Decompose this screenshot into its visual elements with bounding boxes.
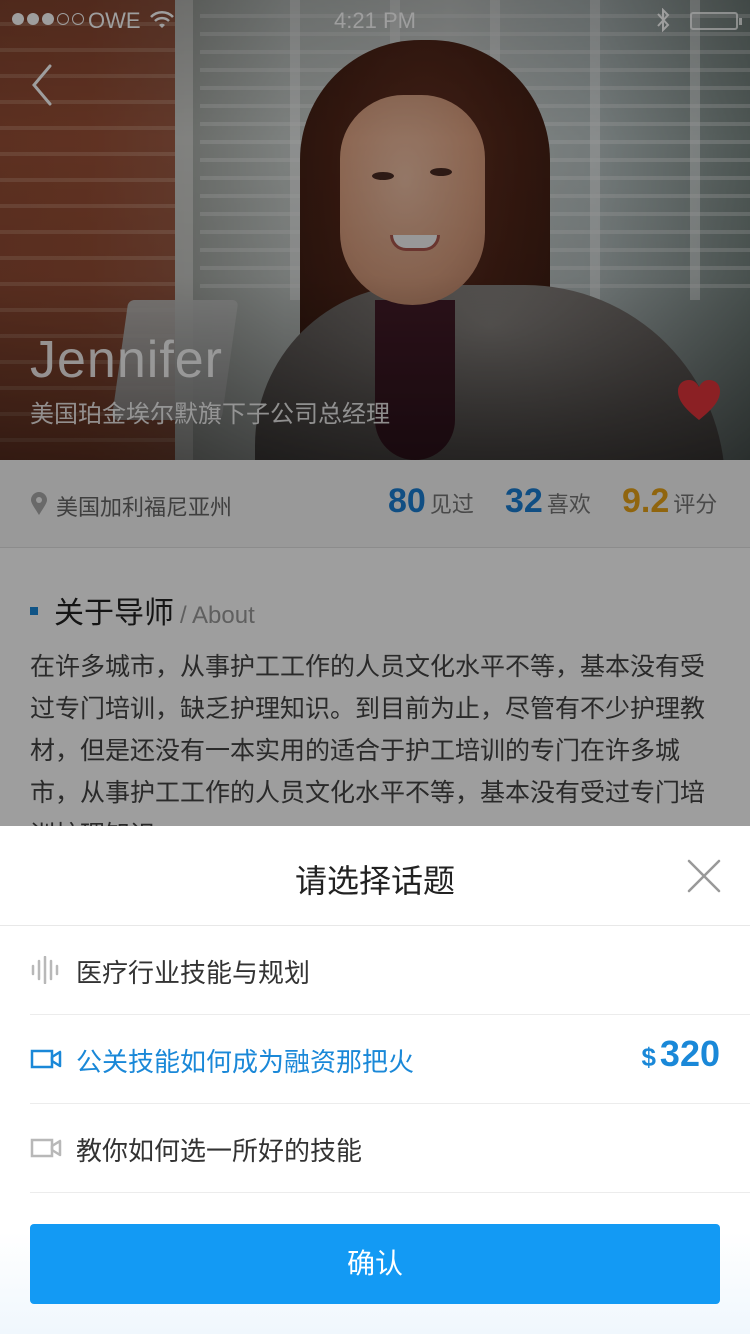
topic-label: 公关技能如何成为融资那把火 [76, 1048, 415, 1078]
price-currency: $ [641, 1042, 656, 1072]
sheet-header: 请选择话题 [0, 826, 750, 926]
topic-price: $ 320 [641, 1033, 720, 1075]
confirm-button[interactable]: 确认 [30, 1224, 720, 1304]
topic-option[interactable]: 教你如何选一所好的技能 [30, 1104, 750, 1193]
sheet-title: 请选择话题 [294, 862, 455, 900]
price-value: 320 [659, 1033, 720, 1074]
video-camera-icon [30, 1138, 62, 1158]
topic-picker-sheet: 请选择话题 医疗行业技能与规划 公关技能如何成为融资那把火 $ 320 教你如何… [0, 826, 750, 1334]
close-icon[interactable] [686, 858, 722, 894]
audio-wave-icon [31, 956, 59, 984]
topic-option-selected[interactable]: 公关技能如何成为融资那把火 $ 320 [30, 1015, 750, 1104]
topic-option[interactable]: 医疗行业技能与规划 [30, 926, 750, 1015]
video-camera-icon [30, 1049, 62, 1069]
topic-label: 医疗行业技能与规划 [76, 959, 311, 989]
topic-label: 教你如何选一所好的技能 [76, 1137, 363, 1167]
